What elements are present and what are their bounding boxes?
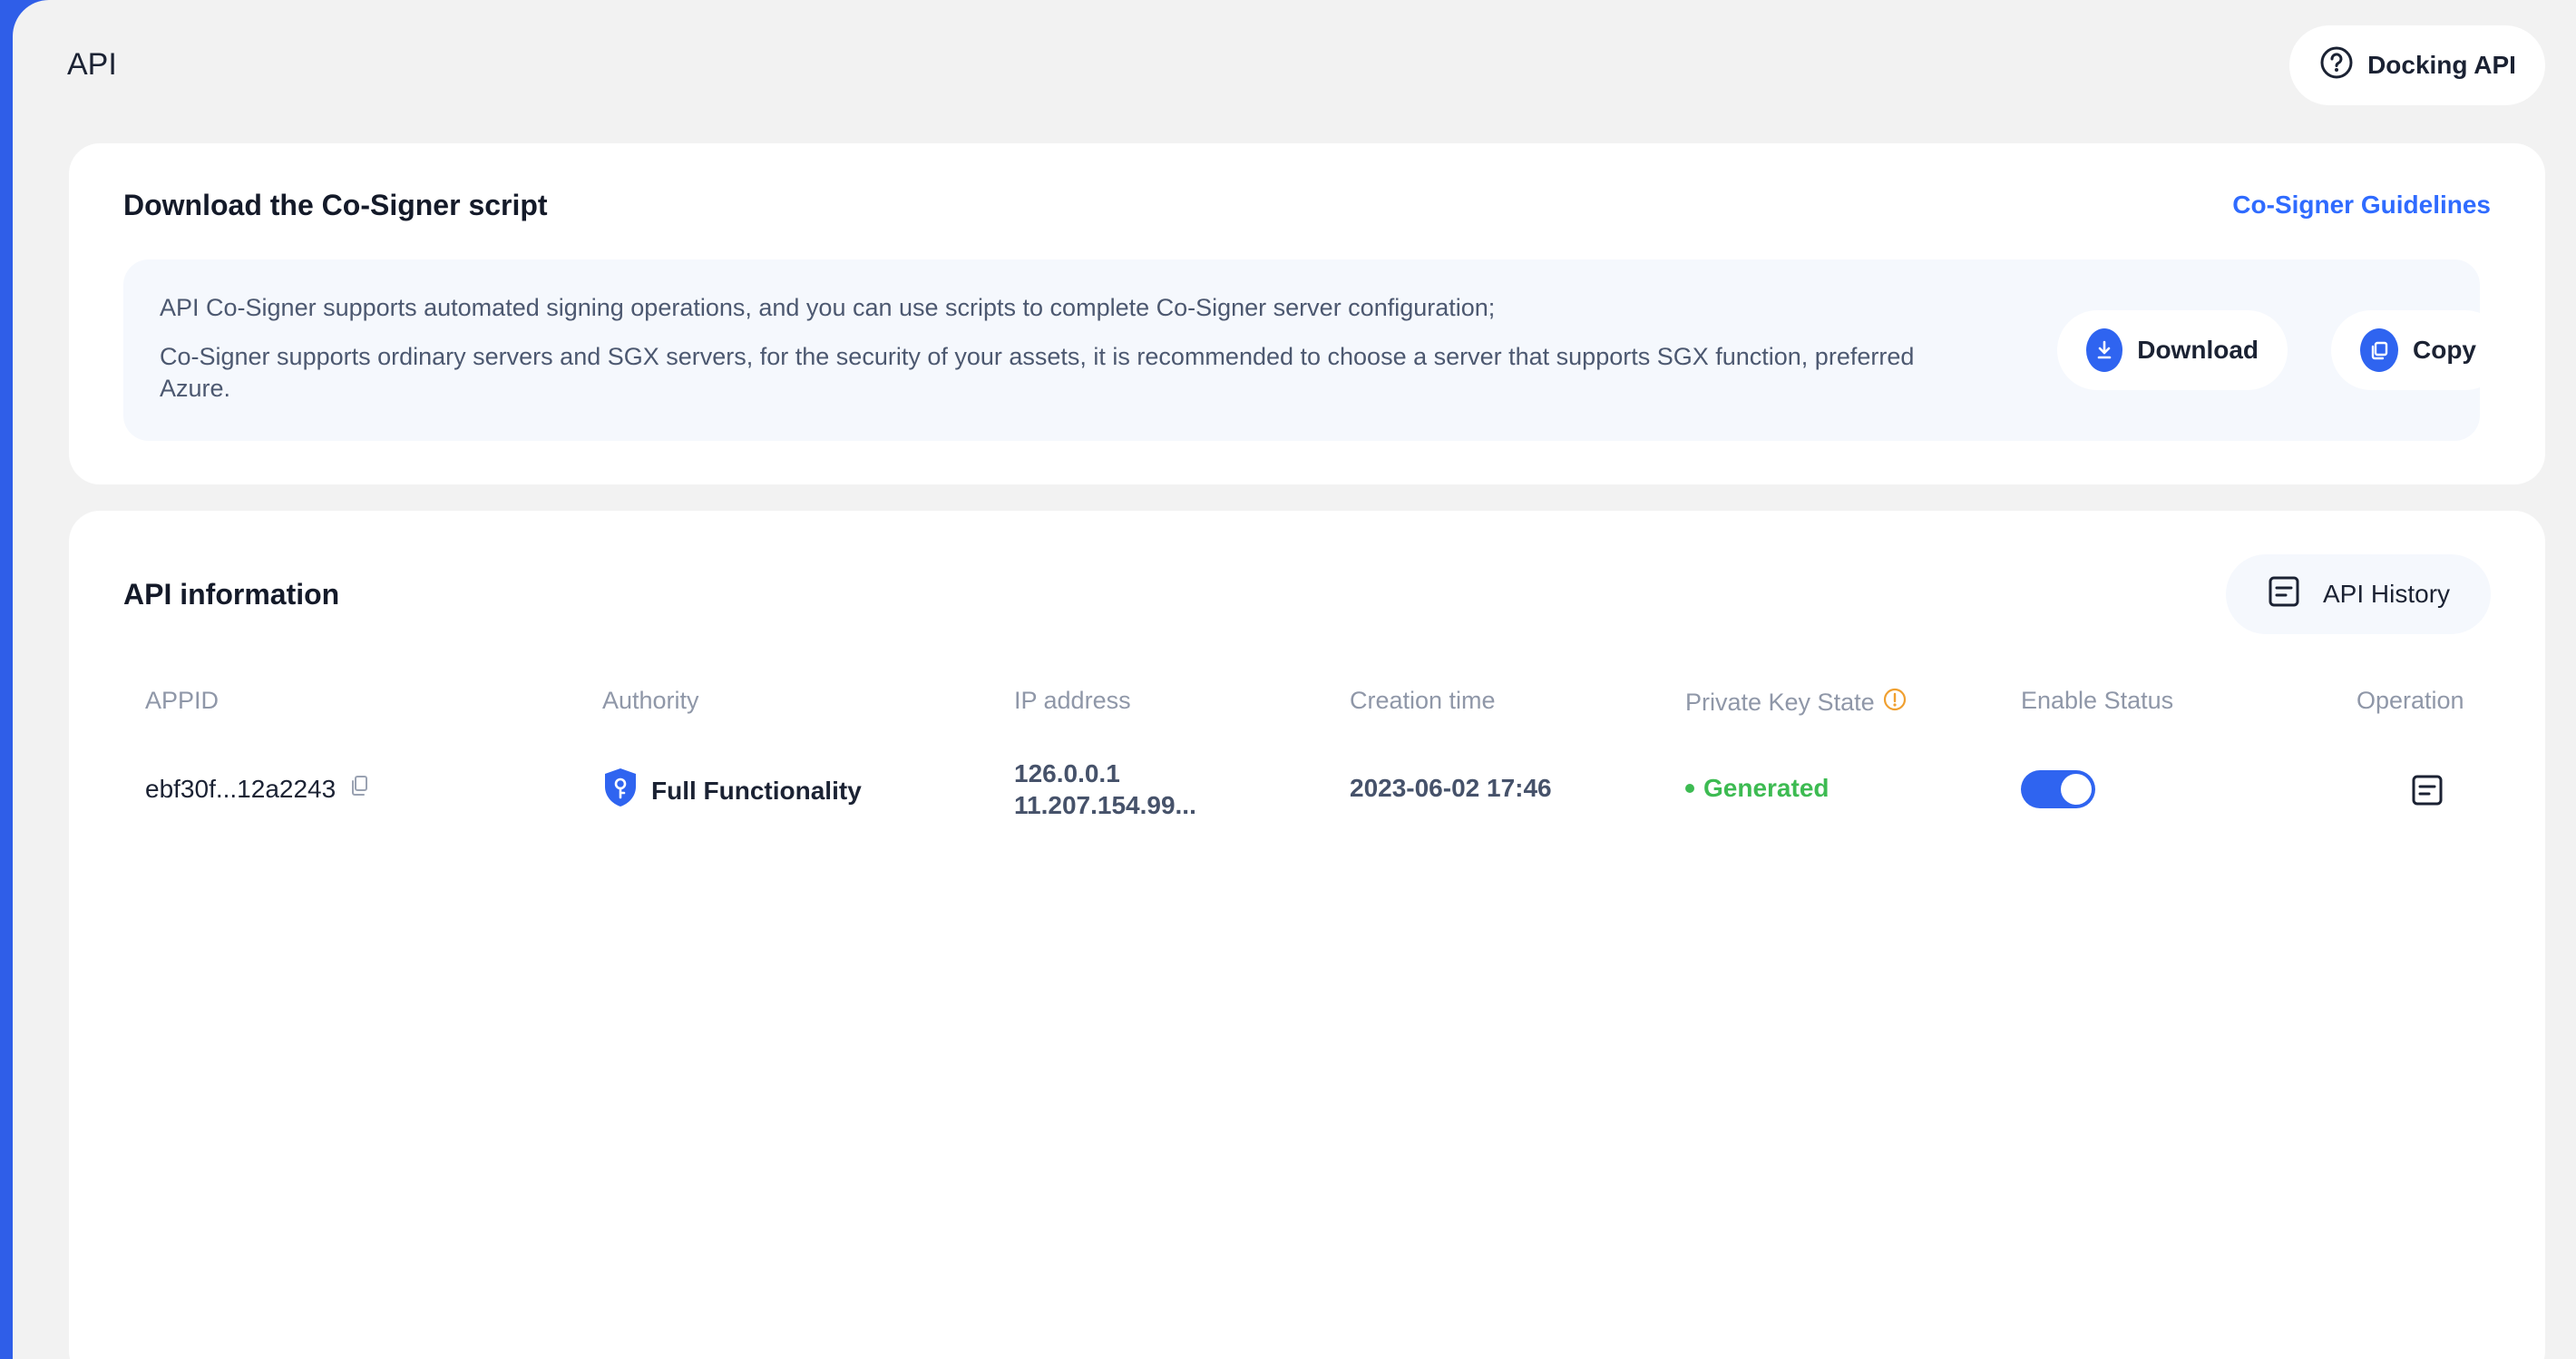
download-label: Download [2137,336,2259,364]
copy-button[interactable]: Copy [2331,310,2505,390]
table-row-authority: Full Functionality [602,767,862,815]
column-header-enable-status: Enable Status [2021,687,2174,714]
appid-value: ebf30f...12a2243 [145,774,337,803]
private-key-state-label: Private Key State [1685,689,1875,716]
api-info-title: API information [123,578,340,611]
info-circle-icon[interactable] [1882,687,1908,719]
document-list-icon [2267,574,2301,615]
cosigner-guidelines-link[interactable]: Co-Signer Guidelines [2232,191,2491,220]
cosigner-title: Download the Co-Signer script [123,189,548,221]
api-history-label: API History [2322,580,2451,608]
column-header-creation-time: Creation time [1350,687,1496,714]
toggle-knob [2061,774,2092,805]
cosigner-card: Download the Co-Signer script Co-Signer … [69,143,2545,484]
column-header-authority: Authority [602,687,699,714]
copy-label: Copy [2413,336,2476,364]
question-circle-icon [2318,44,2355,87]
table-row-private-key-state: Generated [1685,774,1830,803]
column-header-private-key-state: Private Key State [1685,687,1908,719]
ip-address-line1: 126.0.0.1 [1014,759,1120,787]
column-header-ip-address: IP address [1014,687,1131,714]
cosigner-description-line2: Co-Signer supports ordinary servers and … [160,343,1915,402]
download-button[interactable]: Download [2057,310,2288,390]
private-key-state-value: Generated [1703,774,1830,802]
cosigner-description-line1: API Co-Signer supports automated signing… [160,294,1496,321]
enable-status-toggle[interactable] [2021,770,2095,808]
status-dot [1685,784,1694,793]
column-header-operation: Operation [2356,687,2464,714]
download-icon [2086,328,2123,372]
docking-api-label: Docking API [2367,51,2516,79]
api-info-card: API information API History APPID Author… [69,511,2545,1359]
table-row-appid: ebf30f...12a2243 [145,774,372,804]
ip-address-line2: 11.207.154.99... [1014,791,1196,819]
table-row-ip-address: 126.0.0.1 11.207.154.99... [1014,758,1196,821]
page-title: API [67,47,117,82]
docking-api-button[interactable]: Docking API [2289,25,2545,105]
column-header-appid: APPID [145,687,220,714]
copy-icon [2360,328,2398,372]
cosigner-info-panel: API Co-Signer supports automated signing… [123,259,2505,441]
api-history-button[interactable]: API History [2226,554,2491,634]
table-row-creation-time: 2023-06-02 17:46 [1350,774,1552,802]
copy-appid-icon[interactable] [348,774,372,804]
authority-value: Full Functionality [651,776,862,805]
operation-details-icon[interactable] [2409,772,2445,808]
shield-key-icon [602,767,639,815]
app-window: API Docking API Download the Co-Signer s… [13,0,2576,1359]
